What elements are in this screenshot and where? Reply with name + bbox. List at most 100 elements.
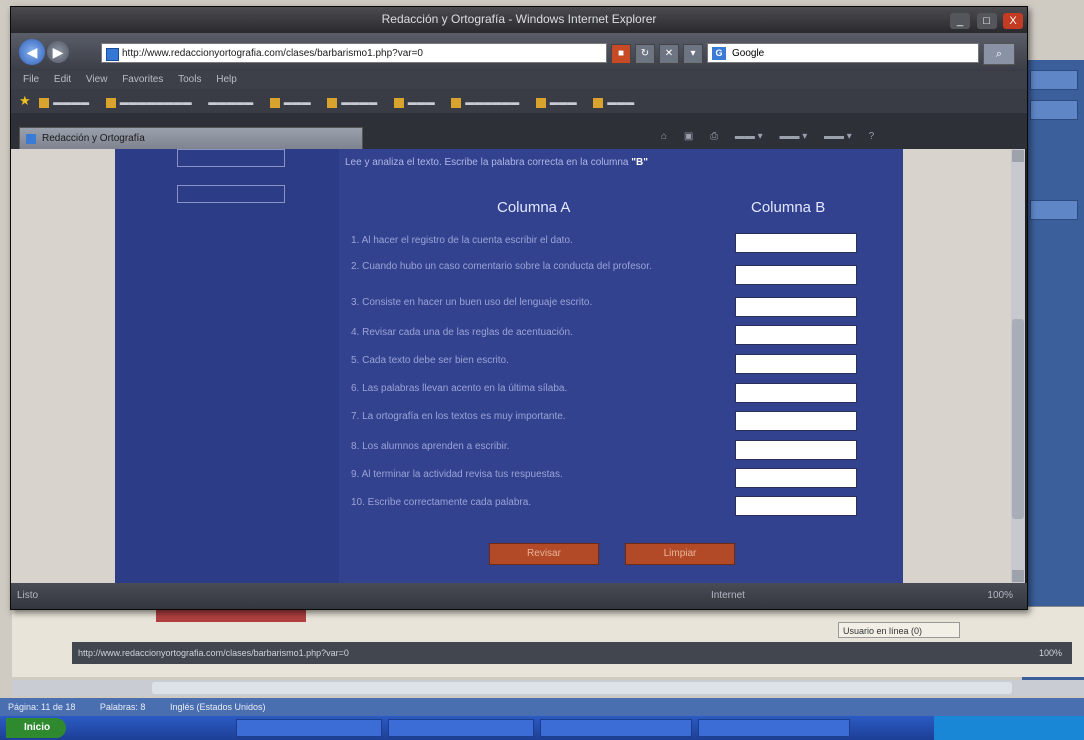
google-icon: G xyxy=(712,47,726,60)
answer-input-9[interactable] xyxy=(735,468,857,488)
question-8: 8. Los alumnos aprenden a escribir. xyxy=(351,441,510,452)
check-button[interactable]: Revisar xyxy=(489,543,599,565)
menu-help[interactable]: Help xyxy=(216,74,237,85)
answer-input-10[interactable] xyxy=(735,496,857,516)
menu-view[interactable]: View xyxy=(86,74,108,85)
title-bar[interactable]: Redacción y Ortografía - Windows Interne… xyxy=(11,7,1027,33)
feeds-icon[interactable]: ▣ xyxy=(684,131,693,142)
status-bar: Listo Internet 100% xyxy=(11,583,1027,609)
arrow-right-icon: ▶ xyxy=(52,44,64,60)
column-a-heading: Columna A xyxy=(497,199,571,216)
safety-menu[interactable]: ▬▬ ▾ xyxy=(779,131,807,142)
address-text: http://www.redaccionyortografia.com/clas… xyxy=(122,48,423,59)
help-icon[interactable]: ? xyxy=(869,131,875,142)
favorite-link[interactable]: ▬▬▬▬▬ xyxy=(208,90,253,113)
arrow-left-icon: ◀ xyxy=(26,44,38,60)
minimize-button[interactable]: _ xyxy=(950,13,971,29)
background-panel-item xyxy=(1030,200,1078,220)
scrollbar-thumb[interactable] xyxy=(152,682,1012,694)
page-viewport: Lee y analiza el texto. Escribe la palab… xyxy=(11,149,1011,583)
question-4: 4. Revisar cada una de las reglas de ace… xyxy=(351,327,573,338)
vertical-scrollbar[interactable] xyxy=(1011,149,1025,583)
stop-icon[interactable]: ✕ xyxy=(659,44,679,64)
question-7: 7. La ortografía en los textos es muy im… xyxy=(351,411,566,422)
sidebar-box[interactable] xyxy=(177,149,285,167)
dropdown-icon[interactable]: ▾ xyxy=(683,44,703,64)
instruction-body: Lee y analiza el texto. Escribe la palab… xyxy=(345,157,629,168)
taskbar: Inicio xyxy=(0,716,1084,740)
instruction-text: Lee y analiza el texto. Escribe la palab… xyxy=(345,157,865,168)
favorite-link[interactable]: ▬▬▬ xyxy=(269,90,311,113)
navigation-bar: ◀ ▶ http://www.redaccionyortografia.com/… xyxy=(11,33,1027,71)
taskbar-button[interactable] xyxy=(698,719,850,737)
menu-favorites[interactable]: Favorites xyxy=(122,74,163,85)
tools-menu[interactable]: ▬▬ ▾ xyxy=(824,131,852,142)
background-panel-item xyxy=(1030,100,1078,120)
address-bar[interactable]: http://www.redaccionyortografia.com/clas… xyxy=(101,43,607,63)
column-b-heading: Columna B xyxy=(751,199,826,216)
search-label: Google xyxy=(732,48,765,59)
system-tray xyxy=(934,716,1084,740)
taskbar-button[interactable] xyxy=(236,719,382,737)
question-6: 6. Las palabras llevan acento en la últi… xyxy=(351,383,568,394)
favorites-star-icon[interactable]: ★ xyxy=(19,89,31,113)
answer-input-3[interactable] xyxy=(735,297,857,317)
tab-active[interactable]: Redacción y Ortografía xyxy=(19,127,363,149)
background-browser-status: http://www.redaccionyortografia.com/clas… xyxy=(72,642,1072,664)
answer-input-6[interactable] xyxy=(735,383,857,403)
answer-input-2[interactable] xyxy=(735,265,857,285)
tab-favicon-icon xyxy=(26,134,36,144)
favorite-link[interactable]: ▬▬▬ xyxy=(393,90,435,113)
scrollbar-thumb[interactable] xyxy=(1012,319,1024,519)
scroll-down-icon[interactable] xyxy=(1012,570,1024,582)
page-menu[interactable]: ▬▬ ▾ xyxy=(735,131,763,142)
exercise-page: Lee y analiza el texto. Escribe la palab… xyxy=(115,149,903,583)
sidebar-box[interactable] xyxy=(177,185,285,203)
compatibility-icon[interactable]: ■ xyxy=(611,44,631,64)
print-icon[interactable]: ⎙ xyxy=(710,131,718,142)
menu-edit[interactable]: Edit xyxy=(54,74,71,85)
status-text: Listo xyxy=(17,590,39,601)
close-button[interactable]: X xyxy=(1003,13,1023,29)
window-title: Redacción y Ortografía - Windows Interne… xyxy=(381,12,657,26)
command-bar: ⌂ ▣ ⎙ ▬▬ ▾ ▬▬ ▾ ▬▬ ▾ ? xyxy=(661,131,888,142)
favorite-link[interactable]: ▬▬▬▬▬▬ xyxy=(451,90,519,113)
favorite-link[interactable]: ▬▬▬▬ xyxy=(327,90,377,113)
zoom-level[interactable]: 100% xyxy=(987,583,1013,609)
search-button[interactable]: ⌕ xyxy=(983,43,1015,65)
refresh-icon[interactable]: ↻ xyxy=(635,44,655,64)
menu-tools[interactable]: Tools xyxy=(178,74,201,85)
word-language: Inglés (Estados Unidos) xyxy=(169,702,266,712)
scroll-up-icon[interactable] xyxy=(1012,150,1024,162)
start-button[interactable]: Inicio xyxy=(6,718,66,738)
maximize-button[interactable]: □ xyxy=(976,13,997,29)
menu-file[interactable]: File xyxy=(23,74,39,85)
taskbar-button[interactable] xyxy=(388,719,534,737)
clear-button[interactable]: Limpiar xyxy=(625,543,735,565)
favorite-link[interactable]: ▬▬▬▬▬▬▬▬ xyxy=(105,90,192,113)
question-2: 2. Cuando hubo un caso comentario sobre … xyxy=(351,261,652,272)
home-icon[interactable]: ⌂ xyxy=(661,131,667,142)
page-icon xyxy=(106,48,119,61)
question-10: 10. Escribe correctamente cada palabra. xyxy=(351,497,532,508)
word-status-bar: Página: 11 de 18 Palabras: 8 Inglés (Est… xyxy=(0,698,1084,716)
favorite-link[interactable]: ▬▬▬ xyxy=(593,90,634,113)
background-zoom: 100% xyxy=(1038,648,1062,658)
favorite-link[interactable]: ▬▬▬ xyxy=(535,90,577,113)
menu-bar: File Edit View Favorites Tools Help xyxy=(11,71,1027,89)
favorite-link[interactable]: ▬▬▬▬ xyxy=(39,90,89,113)
answer-input-8[interactable] xyxy=(735,440,857,460)
search-input[interactable]: G Google xyxy=(707,43,979,63)
online-users-tooltip: Usuario en línea (0) xyxy=(838,622,960,638)
taskbar-button[interactable] xyxy=(540,719,692,737)
background-app-panel xyxy=(1022,60,1084,680)
answer-input-4[interactable] xyxy=(735,325,857,345)
answer-input-1[interactable] xyxy=(735,233,857,253)
horizontal-scrollbar[interactable] xyxy=(12,680,1084,696)
question-5: 5. Cada texto debe ser bien escrito. xyxy=(351,355,509,366)
word-word-count: Palabras: 8 xyxy=(99,702,146,712)
answer-input-5[interactable] xyxy=(735,354,857,374)
back-button[interactable]: ◀ xyxy=(19,39,45,65)
answer-input-7[interactable] xyxy=(735,411,857,431)
forward-button[interactable]: ▶ xyxy=(47,41,69,63)
